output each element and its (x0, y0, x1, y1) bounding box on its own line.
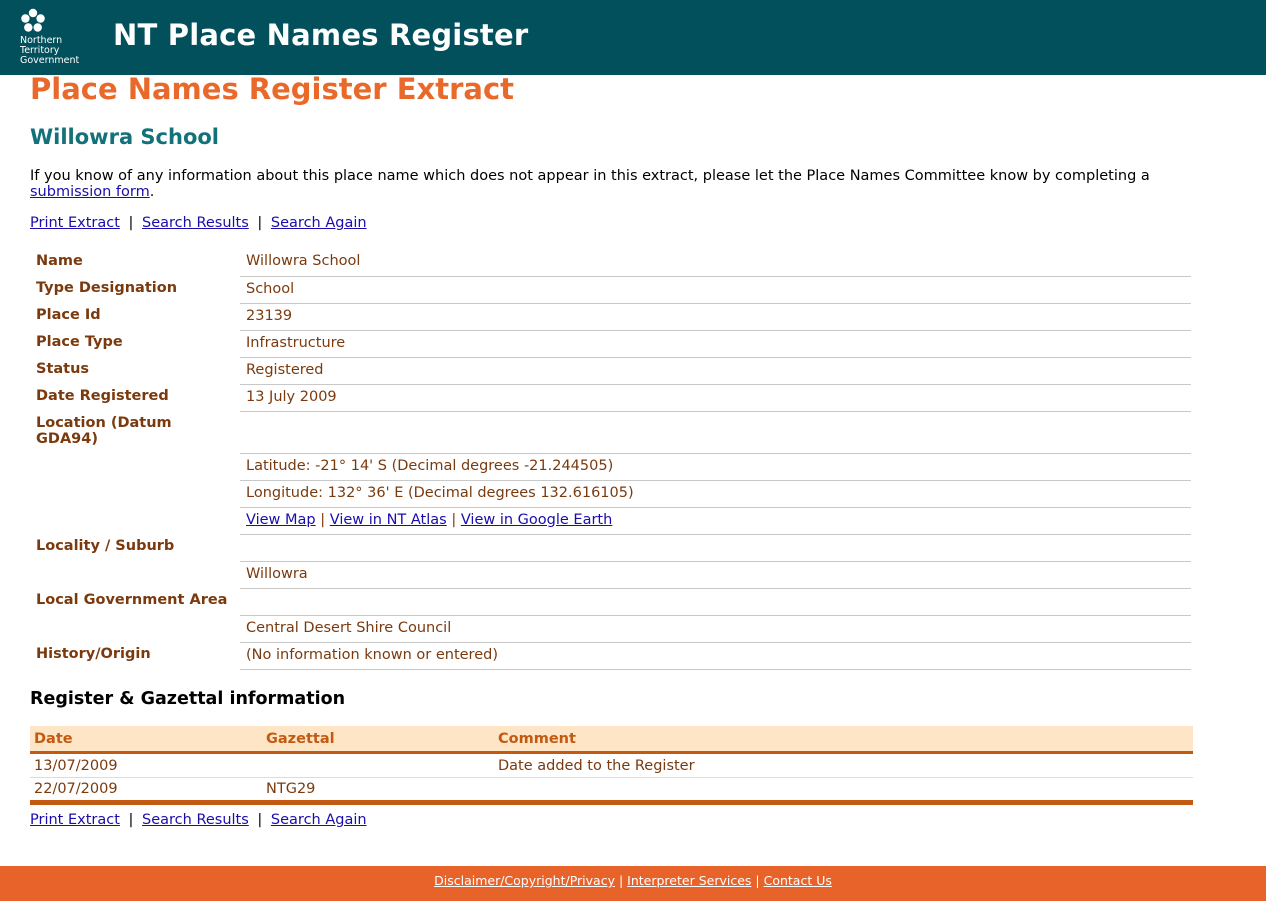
detail-row-name: Name Willowra School (30, 249, 1191, 277)
detail-value: Registered (240, 357, 1191, 385)
print-extract-link[interactable]: Print Extract (30, 812, 120, 828)
gazettal-table: Date Gazettal Comment 13/07/2009 Date ad… (30, 725, 1193, 805)
disclaimer-link[interactable]: Disclaimer/Copyright/Privacy (434, 873, 615, 888)
history-value: (No information known or entered) (240, 642, 1191, 670)
column-header: Comment (494, 725, 1193, 754)
table-cell (494, 777, 1193, 805)
detail-label: Name (36, 253, 83, 269)
view-google-earth-link[interactable]: View in Google Earth (461, 512, 612, 528)
detail-row-locality-value: Willowra (30, 561, 1191, 589)
search-again-link[interactable]: Search Again (271, 812, 367, 828)
site-title: NT Place Names Register (113, 18, 529, 52)
table-row: 22/07/2009 NTG29 (30, 777, 1193, 805)
footer-separator: | (618, 873, 624, 888)
search-again-link[interactable]: Search Again (271, 215, 367, 231)
detail-label: Local Government Area (36, 592, 228, 608)
site-footer: Disclaimer/Copyright/Privacy | Interpret… (0, 866, 1266, 901)
detail-value: School (240, 276, 1191, 304)
table-cell (262, 752, 494, 778)
detail-label: History/Origin (36, 646, 151, 662)
detail-label (30, 561, 240, 588)
detail-row-location: Location (Datum GDA94) (30, 411, 1191, 454)
detail-label: Locality / Suburb (36, 538, 175, 554)
detail-label (30, 453, 240, 480)
link-separator: | (451, 511, 457, 528)
print-extract-link[interactable]: Print Extract (30, 215, 120, 231)
link-separator: | (128, 812, 134, 828)
extract-links-bottom: Print Extract | Search Results | Search … (30, 811, 1230, 829)
extract-links-top: Print Extract | Search Results | Search … (30, 214, 1230, 232)
detail-row-lga: Local Government Area (30, 588, 1191, 616)
nt-government-logo[interactable]: Northern Territory Government (20, 8, 90, 68)
detail-label (30, 480, 240, 507)
latitude-value: Latitude: -21° 14' S (Decimal degrees -2… (240, 453, 1191, 481)
column-header: Date (30, 725, 262, 754)
link-separator: | (128, 215, 134, 231)
link-separator: | (257, 215, 263, 231)
detail-row-map-links: View Map | View in NT Atlas | View in Go… (30, 507, 1191, 535)
lga-value: Central Desert Shire Council (240, 615, 1191, 643)
search-results-link[interactable]: Search Results (142, 215, 249, 231)
table-cell: NTG29 (262, 777, 494, 805)
table-header-row: Date Gazettal Comment (30, 725, 1193, 754)
contact-us-link[interactable]: Contact Us (764, 873, 832, 888)
logo-line: Government (20, 55, 80, 66)
intro-text: If you know of any information about thi… (30, 168, 1150, 184)
detail-row-longitude: Longitude: 132° 36' E (Decimal degrees 1… (30, 480, 1191, 508)
intro-paragraph: If you know of any information about thi… (30, 168, 1230, 200)
link-separator: | (257, 812, 263, 828)
main-content: Place Names Register Extract Willowra Sc… (30, 72, 1230, 829)
intro-end: . (149, 184, 155, 200)
locality-value: Willowra (240, 561, 1191, 589)
detail-row-date: Date Registered 13 July 2009 (30, 384, 1191, 412)
detail-label (30, 507, 240, 534)
table-cell: 13/07/2009 (30, 752, 262, 778)
detail-value: 13 July 2009 (240, 384, 1191, 412)
table-row: 13/07/2009 Date added to the Register (30, 752, 1193, 778)
detail-label: Status (36, 361, 90, 377)
page-title: Place Names Register Extract (30, 72, 514, 106)
detail-label: Date Registered (36, 388, 169, 404)
detail-label: Place Id (36, 307, 101, 323)
detail-value: Infrastructure (240, 330, 1191, 358)
detail-row-status: Status Registered (30, 357, 1191, 385)
place-details-table: Name Willowra School Type Designation Sc… (30, 249, 1191, 670)
view-nt-atlas-link[interactable]: View in NT Atlas (330, 512, 447, 528)
search-results-link[interactable]: Search Results (142, 812, 249, 828)
detail-value (240, 411, 1191, 454)
view-map-link[interactable]: View Map (246, 512, 316, 528)
longitude-value: Longitude: 132° 36' E (Decimal degrees 1… (240, 480, 1191, 508)
detail-label: Location (Datum GDA94) (36, 415, 172, 447)
detail-row-history: History/Origin (No information known or … (30, 642, 1191, 670)
detail-row-lga-value: Central Desert Shire Council (30, 615, 1191, 643)
detail-row-place-type: Place Type Infrastructure (30, 330, 1191, 358)
detail-label: Place Type (36, 334, 123, 350)
map-links: View Map | View in NT Atlas | View in Go… (240, 507, 1191, 535)
flower-logo-icon (21, 8, 45, 32)
detail-row-locality: Locality / Suburb (30, 534, 1191, 562)
place-name-heading: Willowra School (30, 125, 219, 149)
table-cell: Date added to the Register (494, 752, 1193, 778)
logo-text: Northern Territory Government (20, 36, 79, 66)
detail-row-type: Type Designation School (30, 276, 1191, 304)
detail-value: Willowra School (240, 249, 1191, 277)
detail-value: 23139 (240, 303, 1191, 331)
table-cell: 22/07/2009 (30, 777, 262, 805)
detail-value (240, 588, 1191, 616)
detail-label: Type Designation (36, 280, 178, 296)
detail-row-latitude: Latitude: -21° 14' S (Decimal degrees -2… (30, 453, 1191, 481)
detail-value (240, 534, 1191, 562)
submission-form-link[interactable]: submission form (30, 184, 150, 200)
column-header: Gazettal (262, 725, 494, 754)
detail-label (30, 615, 240, 642)
register-heading: Register & Gazettal information (30, 688, 346, 709)
site-header: Northern Territory Government NT Place N… (0, 0, 1266, 75)
link-separator: | (320, 511, 326, 528)
detail-row-id: Place Id 23139 (30, 303, 1191, 331)
footer-separator: | (755, 873, 760, 888)
interpreter-services-link[interactable]: Interpreter Services (627, 873, 751, 888)
